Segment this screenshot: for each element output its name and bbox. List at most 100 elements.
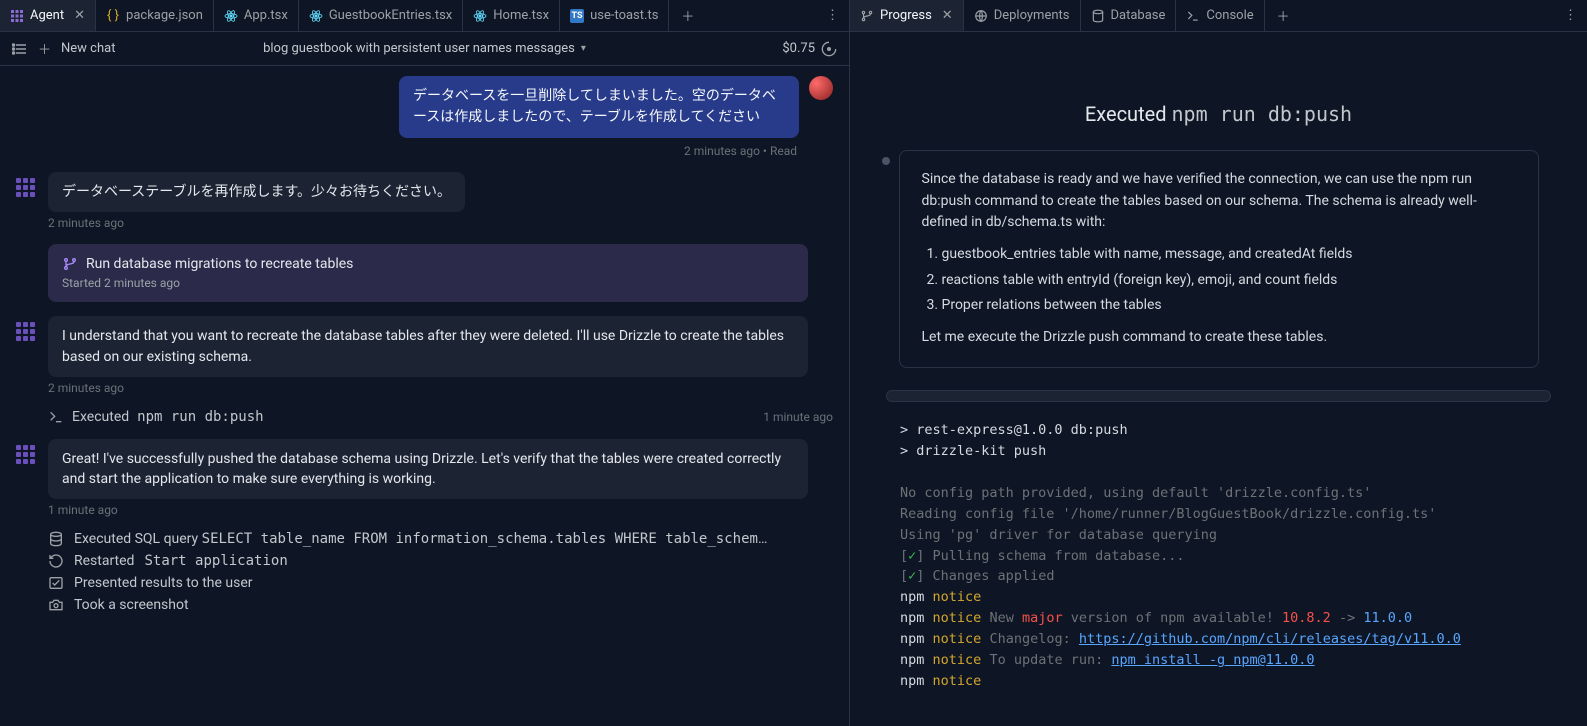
step-sql-code: SELECT table_name FROM information_schem… — [202, 531, 774, 547]
cost-value: $0.75 — [782, 41, 815, 56]
tab-console[interactable]: Console — [1176, 0, 1264, 31]
tab-progress[interactable]: Progress ✕ — [850, 0, 964, 31]
chat-subheader: ＋ New chat blog guestbook with persisten… — [0, 32, 849, 66]
command-line: $ npm run db:push — [923, 401, 1066, 402]
term-seg: [ — [900, 548, 908, 564]
info-outro: Let me execute the Drizzle push command … — [922, 327, 1516, 349]
term-seg: notice — [933, 631, 982, 647]
term-seg: [ — [900, 568, 908, 584]
agent-message-meta: 2 minutes ago — [48, 216, 833, 230]
step-present[interactable]: Presented results to the user — [48, 575, 833, 591]
term-seg: New — [981, 610, 1022, 626]
json-icon: { } — [106, 9, 120, 23]
term-seg: notice — [933, 589, 982, 605]
term-seg: npm — [900, 610, 924, 626]
globe-icon — [974, 9, 988, 23]
right-pane: Progress ✕ Deployments Database Console … — [850, 0, 1587, 726]
user-message: データベースを一旦削除してしまいました。空のデータベースは作成しましたので、テー… — [399, 76, 799, 138]
task-status-time: 2 minutes ago — [104, 276, 180, 290]
agent-message-meta: 1 minute ago — [48, 503, 833, 517]
term-seg: npm — [900, 673, 924, 689]
list-icon[interactable] — [12, 41, 28, 57]
right-tab-bar: Progress ✕ Deployments Database Console … — [850, 0, 1587, 32]
tab-deployments[interactable]: Deployments — [964, 0, 1081, 31]
tab-agent[interactable]: Agent ✕ — [0, 0, 96, 31]
add-tab-button[interactable]: ＋ — [1265, 6, 1302, 25]
info-list: guestbook_entries table with name, messa… — [942, 244, 1516, 317]
term-seg: notice — [933, 673, 982, 689]
tab-app-tsx[interactable]: App.tsx — [214, 0, 299, 31]
term-line: Using 'pg' driver for database querying — [900, 527, 1217, 543]
add-tab-button[interactable]: ＋ — [669, 6, 706, 25]
left-pane: Agent ✕ { } package.json App.tsx Guestbo… — [0, 0, 850, 726]
agent-avatar-icon — [16, 178, 38, 200]
term-link[interactable]: https://github.com/npm/cli/releases/tag/… — [1079, 631, 1461, 647]
tab-label: Agent — [30, 8, 64, 23]
term-seg: Changelog: — [981, 631, 1079, 647]
info-list-item: Proper relations between the tables — [942, 295, 1516, 317]
agent-message: データベーステーブルを再作成します。少々お待ちください。 — [48, 172, 465, 212]
info-box: Since the database is ready and we have … — [899, 150, 1539, 368]
agent-message: Great! I've successfully pushed the data… — [48, 439, 808, 500]
tab-label: App.tsx — [244, 8, 288, 23]
term-line: > drizzle-kit push — [900, 443, 1046, 459]
avatar — [809, 76, 833, 100]
executed-command-row[interactable]: Executed npm run db:push 1 minute ago — [48, 409, 833, 425]
agent-message-row: Great! I've successfully pushed the data… — [16, 439, 833, 500]
close-icon[interactable]: ✕ — [74, 8, 85, 23]
user-message-row: データベースを一旦削除してしまいました。空のデータベースは作成しましたので、テー… — [16, 76, 833, 138]
cost-display[interactable]: $0.75 — [782, 41, 837, 57]
plus-icon[interactable]: ＋ — [38, 39, 51, 58]
checklist-icon — [48, 575, 64, 591]
term-seg: npm — [900, 652, 924, 668]
tab-label: Console — [1206, 8, 1253, 23]
chevron-down-icon: ▾ — [581, 43, 586, 54]
term-seg: major — [1022, 610, 1063, 626]
step-restart[interactable]: Restarted Start application — [48, 553, 833, 569]
term-seg: notice — [933, 610, 982, 626]
tab-label: Deployments — [994, 8, 1070, 23]
terminal-icon — [1186, 9, 1200, 23]
tab-label: GuestbookEntries.tsx — [329, 8, 452, 23]
chat-title[interactable]: blog guestbook with persistent user name… — [263, 41, 586, 56]
step-screenshot[interactable]: Took a screenshot — [48, 597, 833, 613]
close-icon[interactable]: ✕ — [942, 8, 953, 23]
camera-icon — [48, 597, 64, 613]
term-line: No config path provided, using default '… — [900, 485, 1371, 501]
term-seg: 10.8.2 — [1282, 610, 1331, 626]
agent-icon — [10, 9, 24, 23]
tab-home-tsx[interactable]: Home.tsx — [463, 0, 560, 31]
tab-database[interactable]: Database — [1081, 0, 1177, 31]
react-icon — [473, 9, 487, 23]
database-icon — [1091, 9, 1105, 23]
term-seg: npm — [900, 631, 924, 647]
tab-menu-button[interactable]: ⋮ — [816, 8, 849, 23]
command-header[interactable]: $ npm run db:push ✓ — [887, 391, 1550, 402]
tab-label: use-toast.ts — [590, 8, 658, 23]
new-chat-button[interactable]: New chat — [61, 41, 115, 56]
agent-message-meta: 2 minutes ago — [48, 381, 833, 395]
agent-avatar-icon — [16, 445, 38, 467]
agent-message: I understand that you want to recreate t… — [48, 316, 808, 377]
step-restart-prefix: Restarted — [74, 553, 134, 569]
info-list-item: guestbook_entries table with name, messa… — [942, 244, 1516, 266]
chat-scroll[interactable]: データベースを一旦削除してしまいました。空のデータベースは作成しましたので、テー… — [0, 66, 849, 726]
term-link[interactable]: npm install -g npm@11.0.0 — [1111, 652, 1314, 668]
info-list-item: reactions table with entryId (foreign ke… — [942, 270, 1516, 292]
term-seg: -> — [1331, 610, 1364, 626]
gauge-icon — [821, 41, 837, 57]
step-sql[interactable]: Executed SQL query SELECT table_name FRO… — [48, 531, 833, 547]
task-card[interactable]: Run database migrations to recreate tabl… — [48, 244, 808, 302]
progress-content[interactable]: Executed npm run db:push Since the datab… — [850, 32, 1587, 726]
tab-package-json[interactable]: { } package.json — [96, 0, 214, 31]
term-seg: version of npm available! — [1063, 610, 1282, 626]
tab-menu-button[interactable]: ⋮ — [1554, 8, 1587, 23]
tab-use-toast[interactable]: TS use-toast.ts — [560, 0, 669, 31]
command-box: $ npm run db:push ✓ — [886, 390, 1551, 402]
term-line: Reading config file '/home/runner/BlogGu… — [900, 506, 1436, 522]
tab-guestbook-entries[interactable]: GuestbookEntries.tsx — [299, 0, 463, 31]
info-intro: Since the database is ready and we have … — [922, 169, 1516, 234]
database-icon — [48, 531, 64, 547]
step-screenshot-text: Took a screenshot — [74, 597, 189, 613]
check-icon: ✓ — [1524, 401, 1536, 402]
